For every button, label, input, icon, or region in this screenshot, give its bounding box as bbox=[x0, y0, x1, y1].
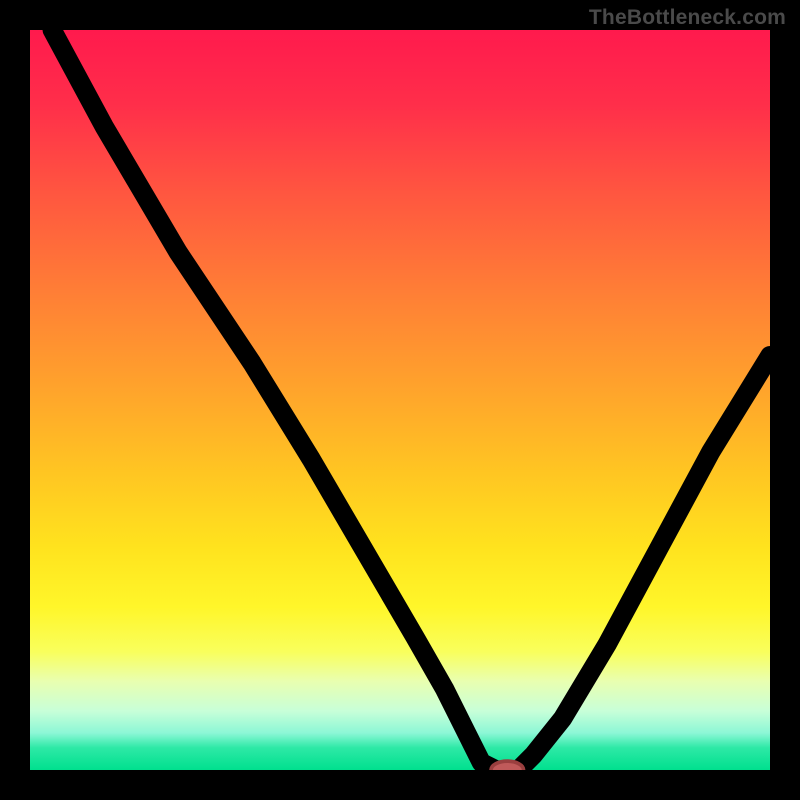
bottleneck-curve bbox=[52, 30, 770, 770]
chart-frame: TheBottleneck.com bbox=[0, 0, 800, 800]
plot-area bbox=[30, 30, 770, 770]
watermark-text: TheBottleneck.com bbox=[589, 6, 786, 30]
chart-svg bbox=[30, 30, 770, 770]
optimum-marker bbox=[491, 761, 524, 770]
